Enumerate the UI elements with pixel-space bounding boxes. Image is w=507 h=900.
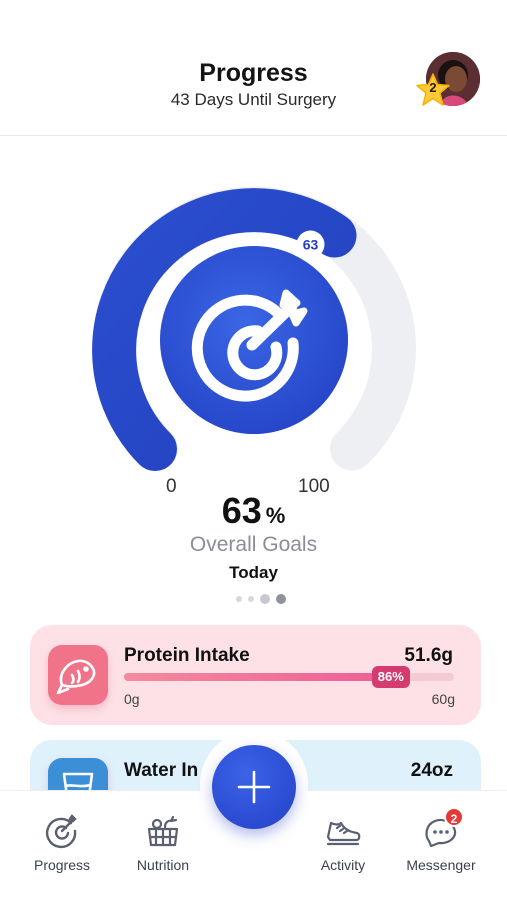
target-icon [45,814,77,849]
page-indicator[interactable] [236,594,286,604]
page-dot[interactable] [236,596,242,602]
messenger-unread-badge: 2 [444,807,464,827]
page-dot[interactable] [248,596,254,602]
protein-intake-amount: 51.6g [404,645,453,666]
protein-max-label: 60g [431,691,455,707]
crate-icon [147,815,179,847]
overall-goals-label: Overall Goals [189,533,318,556]
overall-goals-gauge: 63 [92,186,416,471]
add-button[interactable] [212,745,296,829]
water-intake-label: Water In [124,760,199,781]
sneaker-icon [326,821,361,846]
gauge-value-knob[interactable]: 63 [296,230,325,259]
tab-progress-label: Progress [33,857,91,873]
percent-symbol: % [265,503,286,528]
percent-value: 63 [221,490,262,531]
tab-nutrition-label: Nutrition [136,857,190,873]
overall-percent: 63% [0,490,507,532]
fish-icon [48,645,108,705]
page-dot[interactable] [260,594,270,604]
water-intake-amount: 24oz [410,760,453,781]
page-dot-active[interactable] [276,594,286,604]
tab-messenger-label: Messenger [406,857,476,873]
tab-activity[interactable]: Activity [295,811,391,873]
gauge-value-label: 63 [303,237,319,253]
tab-nutrition[interactable]: Nutrition [115,811,211,873]
period-label: Today [229,563,278,582]
tab-activity-label: Activity [320,857,366,873]
protein-progress-badge: 86% [371,666,410,688]
protein-progress-fill [124,673,408,681]
star-count: 2 [429,80,437,95]
tab-progress[interactable]: Progress [14,811,110,873]
header: Progress 43 Days Until Surgery 2 [0,0,507,136]
plus-icon [237,770,271,804]
protein-intake-label: Protein Intake [124,645,250,666]
protein-intake-card[interactable]: Protein Intake 51.6g 86% 0g 60g [30,625,481,725]
tab-messenger[interactable]: Messenger [393,811,489,873]
protein-min-label: 0g [124,691,140,707]
